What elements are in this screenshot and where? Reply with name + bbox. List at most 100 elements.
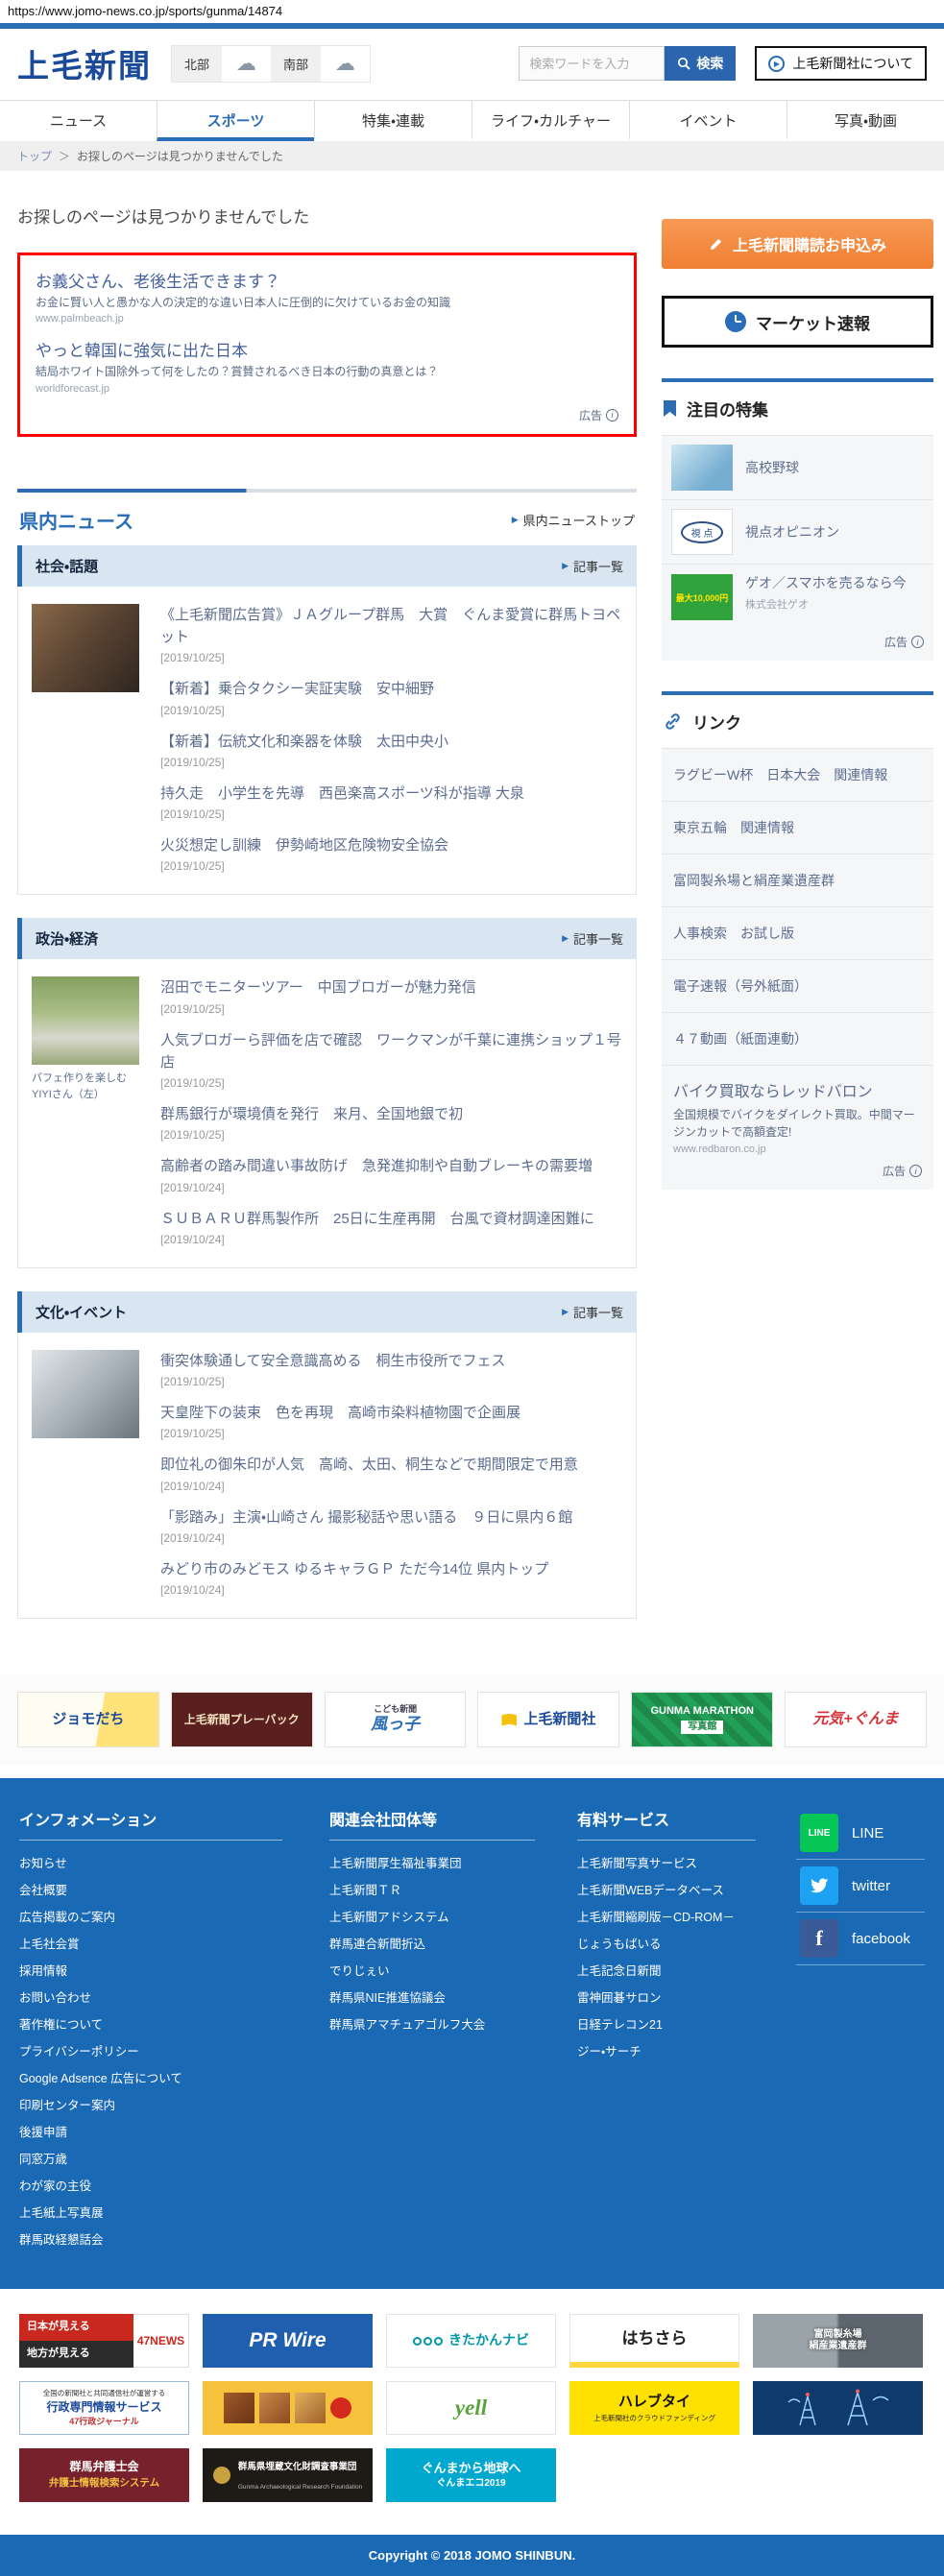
article-photo[interactable]	[32, 603, 139, 692]
tab-features[interactable]: 特集・連載	[314, 101, 472, 141]
footer-link[interactable]: 上毛新聞厚生福祉事業団	[329, 1857, 462, 1870]
ad-choices[interactable]: 広告 i	[36, 407, 618, 426]
article-link[interactable]: 高齢者の踏み間違い事故防げ 急発進抑制や自動ブレーキの需要増	[160, 1155, 622, 1177]
footer-link[interactable]: 上毛新聞WEBデータベース	[577, 1884, 724, 1897]
banner-harebutai[interactable]: ハレブタイ 上毛新聞社のクラウドファンディング	[569, 2381, 739, 2436]
tab-life-culture[interactable]: ライフ・カルチャー	[472, 101, 629, 141]
article-link[interactable]: ＳＵＢＡＲＵ群馬製作所 25日に生産再開 台風で資材調達困難に	[160, 1208, 622, 1230]
banner-hachisara[interactable]: はちさら	[569, 2314, 739, 2369]
tab-events[interactable]: イベント	[629, 101, 787, 141]
sns-line-button[interactable]: LINE LINE	[796, 1807, 925, 1861]
tab-sports[interactable]: スポーツ	[157, 101, 314, 141]
footer-link[interactable]: 会社概要	[19, 1884, 67, 1897]
article-link[interactable]: 衝突体験通して安全意識高める 桐生市役所でフェス	[160, 1350, 622, 1372]
banner-kitakan-navi[interactable]: きたかんナビ	[386, 2314, 556, 2369]
banner-gourmet-ad[interactable]	[203, 2381, 373, 2436]
search-input[interactable]	[519, 46, 666, 81]
footer-link[interactable]: プライバシーポリシー	[19, 2045, 139, 2058]
banner-gunma-bar-association[interactable]: 群馬弁護士会 弁護士情報検索システム	[19, 2448, 189, 2503]
tab-news[interactable]: ニュース	[0, 101, 157, 141]
footer-link[interactable]: 日経テレコン21	[577, 2018, 663, 2032]
prefecture-news-top-link[interactable]: ▶ 県内ニューストップ	[512, 511, 635, 529]
banner-prwire[interactable]: PR Wire	[203, 2314, 373, 2369]
footer-link[interactable]: でりじぇい	[329, 1964, 390, 1978]
footer-link[interactable]: 採用情報	[19, 1964, 67, 1978]
footer-link[interactable]: 上毛新聞縮刷版－CD-ROM－	[577, 1911, 735, 1924]
footer-link[interactable]: じょうもばいる	[577, 1938, 662, 1951]
footer-link[interactable]: 群馬政経懇話会	[19, 2233, 104, 2247]
link-jinji-search[interactable]: 人事検索 お試し版	[662, 906, 933, 959]
ad-title[interactable]: お義父さん、老後生活できます？	[36, 268, 618, 292]
subscribe-button[interactable]: 上毛新聞購読お申込み	[662, 219, 933, 269]
about-button[interactable]: ▶ 上毛新聞社について	[755, 46, 927, 81]
featured-item-shiten-opinion[interactable]: 視 点 視点オピニオン	[662, 499, 933, 564]
banner-gunma-marathon[interactable]: GUNMA MARATHON 写真館	[631, 1692, 774, 1748]
footer-link[interactable]: 広告掲載のご案内	[19, 1911, 115, 1924]
link-47-douga[interactable]: ４７動画（紙面連動）	[662, 1012, 933, 1065]
market-report-button[interactable]: マーケット速報	[662, 296, 933, 348]
footer-link[interactable]: 印刷センター案内	[19, 2099, 115, 2112]
banner-47news[interactable]: 日本が見える 地方が見える 47NEWS	[19, 2314, 189, 2369]
link-rugby-wcup[interactable]: ラグビーW杯 日本大会 関連情報	[662, 748, 933, 801]
search-button[interactable]: 検索	[665, 46, 737, 81]
footer-link[interactable]: お知らせ	[19, 1857, 67, 1870]
article-link[interactable]: 即位礼の御朱印が人気 高崎、太田、桐生などで期間限定で用意	[160, 1454, 622, 1476]
sidebar-text-ad[interactable]: バイク買取ならレッドバロン 全国規模でバイクをダイレクト買取。中間マージンカット…	[662, 1065, 933, 1190]
banner-radio-towers[interactable]	[753, 2381, 923, 2436]
article-link[interactable]: 群馬銀行が環境債を発行 来月、全国地銀で初	[160, 1103, 622, 1125]
sidebar-ad-title[interactable]: バイク買取ならレッドバロン	[673, 1084, 873, 1100]
banner-yell[interactable]: yell	[386, 2381, 556, 2436]
footer-link[interactable]: 上毛社会賞	[19, 1938, 80, 1951]
banner-tomioka-silk[interactable]: 富岡製糸場 絹産業遺産群	[753, 2314, 923, 2369]
footer-link[interactable]: 群馬連合新聞折込	[329, 1938, 425, 1951]
article-link[interactable]: 《上毛新聞広告賞》ＪＡグループ群馬 大賞 ぐんま愛賞に群馬トヨペット	[160, 604, 622, 649]
article-list-link[interactable]: ▶ 記事一覧	[562, 1303, 623, 1321]
article-link[interactable]: みどり市のみどモス ゆるキャラＧＰ ただ今14位 県内トップ	[160, 1558, 622, 1580]
banner-jomo-playback[interactable]: 上毛新聞プレーバック	[170, 1692, 313, 1748]
footer-link[interactable]: 群馬県NIE推進協議会	[329, 1991, 446, 2005]
footer-link[interactable]: 上毛紙上写真展	[19, 2206, 104, 2220]
article-link[interactable]: 火災想定し訓練 伊勢崎地区危険物安全協会	[160, 834, 622, 856]
footer-link[interactable]: 上毛新聞写真サービス	[577, 1857, 697, 1870]
sns-facebook-button[interactable]: f facebook	[796, 1913, 925, 1966]
footer-link[interactable]: ジー・サーチ	[577, 2045, 641, 2058]
footer-link[interactable]: 上毛新聞アドシステム	[329, 1911, 449, 1924]
banner-archaeology-foundation[interactable]: 群馬県埋蔵文化財調査事業団 Gunma Archaeological Resea…	[203, 2448, 373, 2503]
banner-kazakko[interactable]: こども新聞 風っ子	[324, 1692, 467, 1748]
article-link[interactable]: 天皇陛下の装束 色を再現 高崎市染料植物園で企画展	[160, 1402, 622, 1424]
footer-link[interactable]: 後援申請	[19, 2126, 67, 2139]
article-link[interactable]: 「影踏み」主演・山崎さん 撮影秘話や思い語る ９日に県内６館	[160, 1506, 622, 1529]
banner-jomodachi[interactable]: ジョモだち	[17, 1692, 159, 1748]
footer-link[interactable]: わが家の主役	[19, 2179, 91, 2193]
banner-gyosei-journal[interactable]: 全国の新聞社と共同通信社が運営する 行政専門情報サービス 47行政ジャーナル	[19, 2381, 189, 2436]
ad-title[interactable]: やっと韓国に強気に出た日本	[36, 337, 618, 361]
sns-twitter-button[interactable]: twitter	[796, 1860, 925, 1914]
banner-genki-gunma[interactable]: 元気+ぐんま	[785, 1692, 927, 1748]
article-link[interactable]: 【新着】乗合タクシー実証実験 安中細野	[160, 678, 622, 700]
footer-link[interactable]: 群馬県アマチュアゴルフ大会	[329, 2018, 485, 2032]
footer-link[interactable]: 同窓万歳	[19, 2153, 67, 2166]
footer-link[interactable]: 上毛新聞ＴＲ	[329, 1884, 401, 1897]
ad-item[interactable]: お義父さん、老後生活できます？ お金に賢い人と愚かな人の決定的な違い日本人に圧倒…	[36, 268, 618, 325]
footer-link[interactable]: 著作権について	[19, 2018, 103, 2032]
article-link[interactable]: 人気ブロガーら評価を店で確認 ワークマンが千葉に連携ショップ１号店	[160, 1029, 622, 1074]
breadcrumb-home-link[interactable]: トップ	[17, 150, 52, 163]
link-tomioka-silk-mill[interactable]: 富岡製糸場と絹産業遺産群	[662, 854, 933, 906]
article-list-link[interactable]: ▶ 記事一覧	[562, 557, 623, 575]
footer-link[interactable]: 雷神囲碁サロン	[577, 1991, 662, 2005]
banner-jomo-shinbunsha[interactable]: 上毛新聞社	[477, 1692, 620, 1748]
ad-item[interactable]: やっと韓国に強気に出た日本 結局ホワイト国除外って何をしたの？賞賛されるべき日本…	[36, 337, 618, 394]
site-logo[interactable]: 上毛新聞	[17, 40, 152, 86]
article-photo[interactable]	[32, 1349, 139, 1438]
footer-link[interactable]: 上毛記念日新聞	[577, 1964, 662, 1978]
featured-ad[interactable]: 最大10,000円 ゲオ／スマホを売るなら今 株式会社ゲオ 広告 i	[662, 564, 933, 661]
link-denshi-sokuho[interactable]: 電子速報（号外紙面）	[662, 959, 933, 1012]
footer-link[interactable]: Google Adsence 広告について	[19, 2072, 182, 2085]
featured-ad-title[interactable]: ゲオ／スマホを売るなら今	[745, 575, 907, 590]
tab-photo-video[interactable]: 写真・動画	[787, 101, 944, 141]
article-link[interactable]: 沼田でモニターツアー 中国ブロガーが魅力発信	[160, 976, 622, 999]
weather-widget[interactable]: 北部 ☁ 南部 ☁	[171, 44, 372, 83]
article-photo[interactable]	[32, 976, 139, 1066]
ad-choices[interactable]: 広告 i	[673, 1163, 922, 1182]
footer-link[interactable]: お問い合わせ	[19, 1991, 91, 2005]
